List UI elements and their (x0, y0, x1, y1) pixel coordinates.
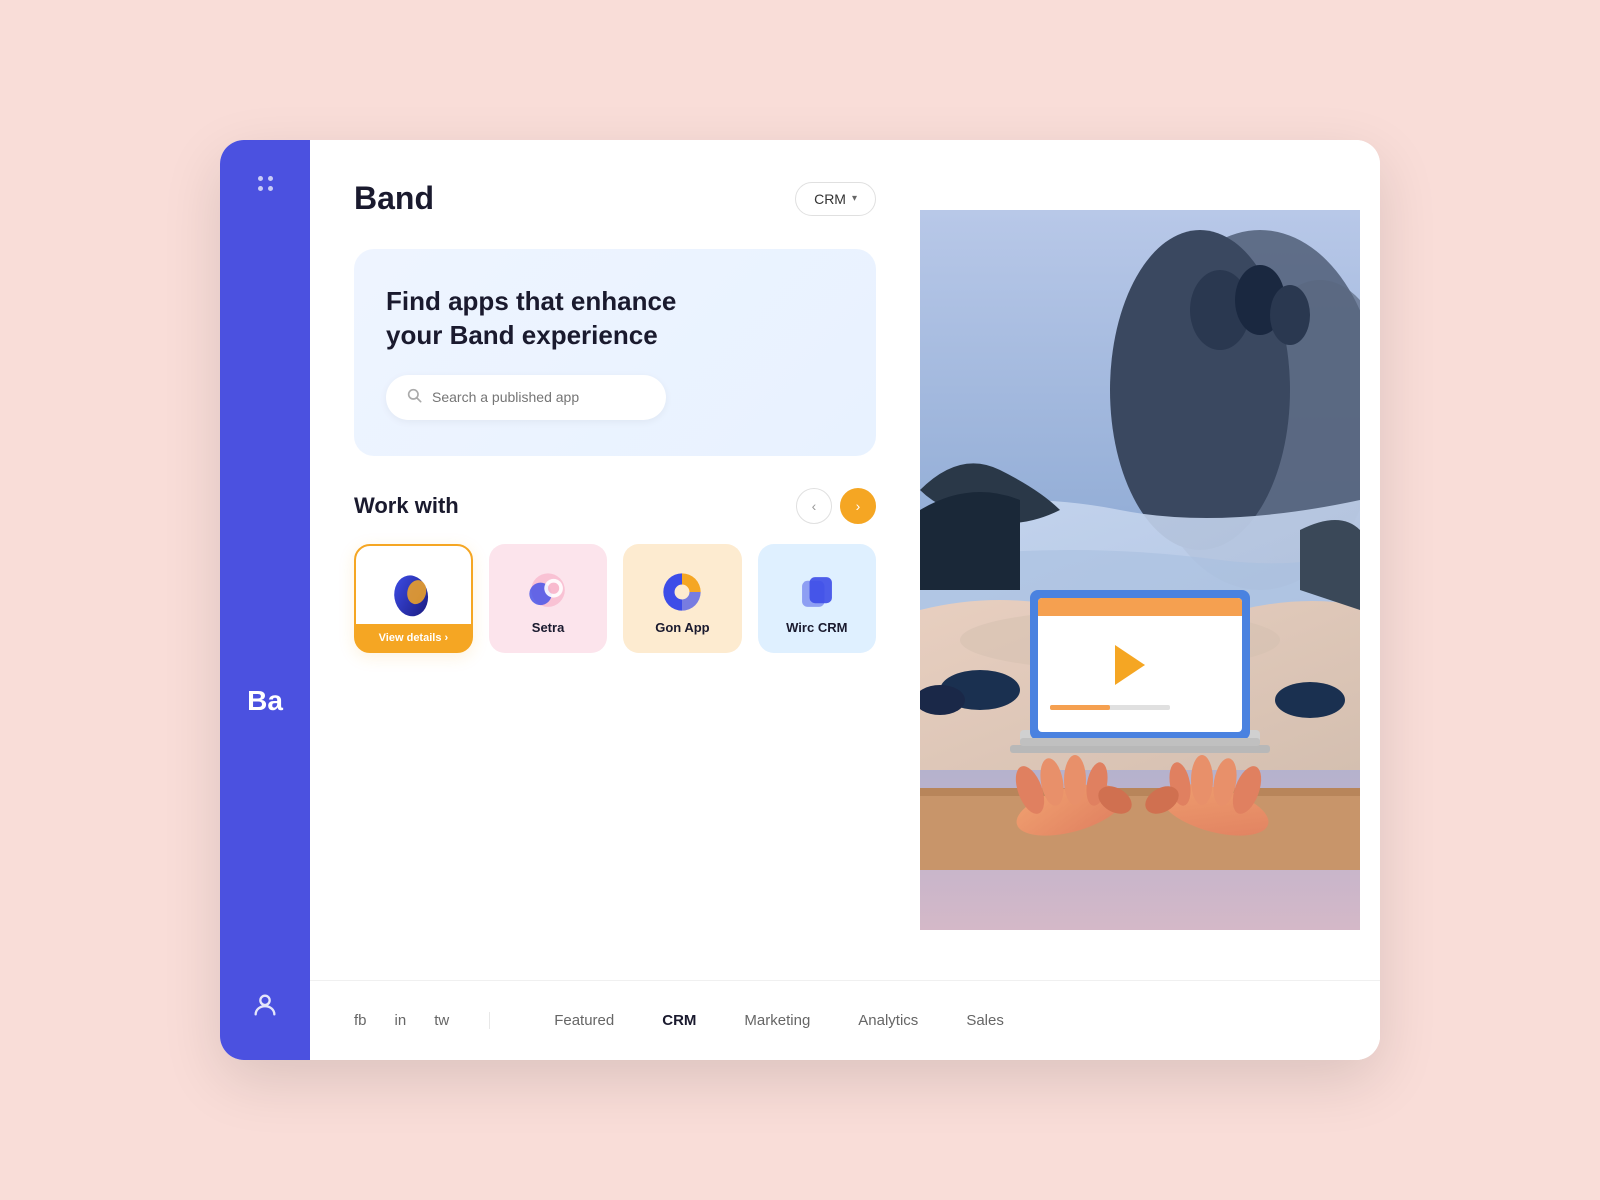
work-with-header: Work with ‹ › (354, 488, 876, 524)
search-headline: Find apps that enhance your Band experie… (386, 285, 844, 353)
search-input[interactable] (432, 389, 646, 405)
work-with-title: Work with (354, 493, 459, 519)
setra-logo-icon (520, 564, 576, 620)
left-panel: Band CRM ▾ Find apps that enhance your B… (310, 140, 920, 980)
app-cards: Bunch View details › Setra (354, 544, 876, 653)
nav-marketing[interactable]: Marketing (720, 1012, 834, 1029)
app-card-wirc[interactable]: Wirc CRM (758, 544, 876, 653)
crm-dropdown[interactable]: CRM ▾ (795, 182, 876, 216)
header: Band CRM ▾ (354, 180, 876, 217)
user-icon[interactable] (251, 991, 279, 1024)
sidebar: Ba (220, 140, 310, 1060)
social-nav: fb in tw (354, 1012, 490, 1029)
top-section: Band CRM ▾ Find apps that enhance your B… (310, 140, 1380, 980)
search-section: Find apps that enhance your Band experie… (354, 249, 876, 456)
bottom-nav: fb in tw Featured CRM Marketing Analytic… (310, 980, 1380, 1060)
nav-featured[interactable]: Featured (530, 1012, 638, 1029)
nav-sales[interactable]: Sales (942, 1012, 1028, 1029)
nav-fb[interactable]: fb (354, 1012, 367, 1029)
nav-tw[interactable]: tw (434, 1012, 449, 1029)
page-title: Band (354, 180, 434, 217)
app-card-gon[interactable]: Gon App (623, 544, 741, 653)
prev-button[interactable]: ‹ (796, 488, 832, 524)
search-bar[interactable] (386, 375, 666, 420)
category-nav: Featured CRM Marketing Analytics Sales (490, 1012, 1028, 1029)
sidebar-menu-icon[interactable] (258, 176, 273, 191)
app-card-setra[interactable]: Setra (489, 544, 607, 653)
main-content: Band CRM ▾ Find apps that enhance your B… (310, 140, 1380, 1060)
app-card-bunch[interactable]: Bunch View details › (354, 544, 473, 653)
wirc-logo-icon (789, 564, 845, 620)
next-button[interactable]: › (840, 488, 876, 524)
right-panel (920, 160, 1360, 980)
app-name-setra: Setra (532, 620, 565, 635)
nav-buttons: ‹ › (796, 488, 876, 524)
nav-in[interactable]: in (395, 1012, 407, 1029)
app-name-gon: Gon App (655, 620, 709, 635)
sidebar-top (258, 176, 273, 191)
nav-analytics[interactable]: Analytics (834, 1012, 942, 1029)
sidebar-user[interactable] (251, 991, 279, 1024)
app-name-wirc: Wirc CRM (786, 620, 847, 635)
nav-crm[interactable]: CRM (638, 1012, 720, 1029)
chevron-down-icon: ▾ (852, 193, 857, 204)
search-icon (406, 387, 422, 408)
gon-logo-icon (654, 564, 710, 620)
app-container: Ba Band CRM ▾ (220, 140, 1380, 1060)
illustration (920, 160, 1360, 980)
sidebar-logo: Ba (247, 685, 283, 717)
view-details-button[interactable]: View details › (355, 624, 472, 652)
bunch-logo-icon (385, 566, 441, 622)
hero-illustration (920, 160, 1360, 980)
